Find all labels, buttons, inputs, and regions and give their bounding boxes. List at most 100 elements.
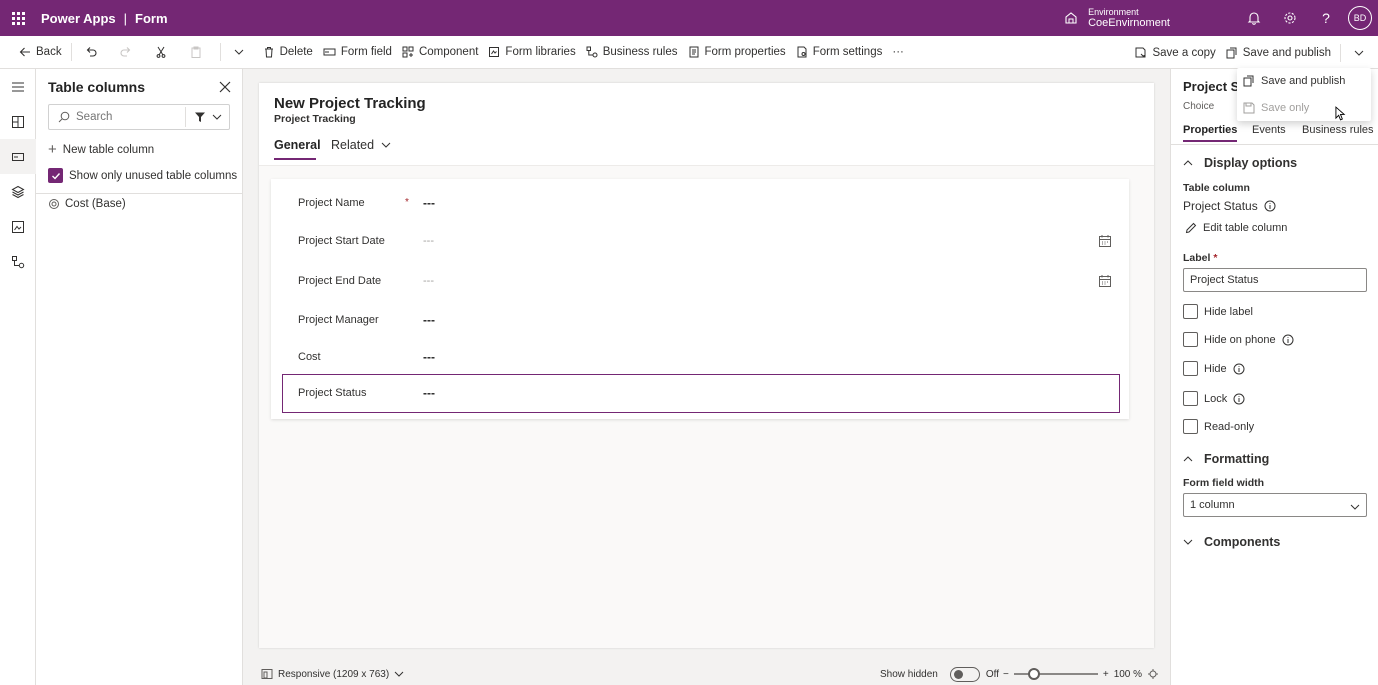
avatar[interactable]: BD: [1348, 6, 1372, 30]
delete-button[interactable]: Delete: [258, 36, 318, 69]
checkbox[interactable]: [1183, 391, 1198, 406]
close-icon[interactable]: [218, 80, 232, 94]
checkbox[interactable]: [1183, 361, 1198, 376]
image-library-icon: [12, 220, 24, 233]
menu-toggle-button[interactable]: [0, 69, 36, 104]
component-button[interactable]: Component: [397, 36, 483, 69]
notifications-button[interactable]: [1236, 0, 1272, 36]
status-bar: Responsive (1209 x 763) Show hidden Off …: [243, 663, 1170, 685]
more-icon: ···: [892, 46, 904, 58]
save-icon: [1243, 102, 1255, 114]
menu-item-save-and-publish[interactable]: Save and publish: [1237, 68, 1371, 94]
properties-type: Choice: [1183, 101, 1215, 112]
zoom-slider[interactable]: [1013, 668, 1098, 680]
flow-icon: [12, 255, 25, 268]
info-icon[interactable]: [1264, 200, 1276, 212]
app-name[interactable]: Power Apps: [41, 11, 116, 26]
trash-icon: [264, 47, 273, 58]
back-label: Back: [36, 46, 62, 58]
hide-label-checkbox[interactable]: Hide label: [1183, 304, 1253, 319]
lock-checkbox[interactable]: Lock: [1183, 391, 1245, 406]
display-options-section-toggle[interactable]: Display options: [1183, 156, 1297, 170]
zoom-in-button[interactable]: +: [1103, 669, 1109, 680]
save-a-copy-button[interactable]: Save a copy: [1130, 36, 1220, 69]
save-options-dropdown[interactable]: [1345, 36, 1378, 69]
environment-picker[interactable]: Environment CoeEnvirnoment: [1064, 7, 1170, 29]
read-only-checkbox[interactable]: Read-only: [1183, 419, 1254, 434]
field-value: ---: [423, 386, 435, 400]
divider: [36, 193, 243, 194]
business-rules-button[interactable]: Business rules: [581, 36, 683, 69]
label-input[interactable]: [1184, 269, 1366, 291]
rail-table-columns[interactable]: [0, 139, 36, 174]
menu-item-save-only[interactable]: Save only: [1237, 95, 1371, 121]
field-project-manager[interactable]: Project Manager ---: [271, 302, 1129, 338]
info-icon[interactable]: [1233, 393, 1245, 405]
tab-events[interactable]: Events: [1252, 124, 1286, 136]
back-button[interactable]: Back: [14, 36, 67, 69]
tab-business-rules[interactable]: Business rules: [1302, 124, 1374, 136]
search-input[interactable]: [76, 111, 196, 123]
help-icon: ?: [1322, 10, 1330, 26]
flow-icon: [586, 46, 598, 58]
new-table-column-button[interactable]: + New table column: [48, 141, 154, 158]
tab-related[interactable]: Related: [331, 138, 391, 152]
form-section[interactable]: Project Name * --- Project Start Date --…: [271, 179, 1129, 419]
component-label: Component: [418, 46, 479, 58]
field-cost[interactable]: Cost ---: [271, 339, 1129, 375]
rail-form-libraries[interactable]: [0, 209, 36, 244]
field-value: ---: [423, 313, 435, 327]
waffle-icon: [11, 11, 25, 25]
zoom-out-button[interactable]: −: [1003, 669, 1009, 680]
more-paste-dropdown[interactable]: [225, 36, 258, 69]
properties-tabs: Properties Events Business rules: [1171, 124, 1378, 144]
checkbox[interactable]: [1183, 419, 1198, 434]
app-launcher-button[interactable]: [0, 0, 36, 36]
undo-button[interactable]: [76, 36, 111, 69]
formatting-section-toggle[interactable]: Formatting: [1183, 452, 1269, 466]
redo-button[interactable]: [111, 36, 146, 69]
save-and-publish-button[interactable]: Save and publish: [1221, 36, 1336, 69]
calendar-icon[interactable]: [1098, 234, 1112, 248]
form-properties-button[interactable]: Form properties: [683, 36, 791, 69]
cut-button[interactable]: [146, 36, 181, 69]
rail-components[interactable]: [0, 104, 36, 139]
show-hidden-toggle[interactable]: [949, 666, 980, 682]
checkbox[interactable]: [1183, 304, 1198, 319]
help-button[interactable]: ?: [1308, 0, 1344, 36]
responsive-size-picker[interactable]: Responsive (1209 x 763): [261, 663, 404, 685]
hide-checkbox[interactable]: Hide: [1183, 361, 1245, 376]
form-settings-button[interactable]: Form settings: [791, 36, 888, 69]
tab-general[interactable]: General: [274, 138, 321, 160]
zoom-slider-handle[interactable]: [1027, 668, 1040, 680]
components-section-toggle[interactable]: Components: [1183, 535, 1280, 549]
tab-properties[interactable]: Properties: [1183, 124, 1238, 142]
form-field-width-select[interactable]: 1 column: [1183, 493, 1367, 517]
edit-table-column-button[interactable]: Edit table column: [1185, 222, 1287, 234]
paste-button[interactable]: [181, 36, 216, 69]
more-commands-button[interactable]: ···: [887, 36, 909, 69]
info-icon[interactable]: [1233, 363, 1245, 375]
form-libraries-button[interactable]: Form libraries: [483, 36, 580, 69]
field-project-status[interactable]: Project Status ---: [271, 374, 1129, 413]
rail-tree-view[interactable]: [0, 174, 36, 209]
form-field-button[interactable]: Form field: [318, 36, 397, 69]
filter-button[interactable]: [185, 107, 229, 127]
arrow-left-icon: [19, 47, 30, 57]
form-properties-label: Form properties: [704, 46, 786, 58]
checkbox-checked[interactable]: [48, 168, 63, 183]
info-icon[interactable]: [1282, 334, 1294, 346]
fit-to-screen-icon[interactable]: [1147, 668, 1159, 680]
settings-button[interactable]: [1272, 0, 1308, 36]
hide-on-phone-checkbox[interactable]: Hide on phone: [1183, 332, 1294, 347]
field-project-end-date[interactable]: Project End Date ---: [271, 263, 1129, 299]
field-project-name[interactable]: Project Name * ---: [271, 185, 1129, 221]
checkbox[interactable]: [1183, 332, 1198, 347]
field-project-start-date[interactable]: Project Start Date ---: [271, 223, 1129, 259]
list-item[interactable]: Cost (Base): [48, 198, 126, 210]
show-unused-checkbox[interactable]: Show only unused table columns: [48, 168, 237, 183]
rail-business-rules[interactable]: [0, 244, 36, 279]
calendar-icon[interactable]: [1098, 274, 1112, 288]
save-copy-icon: [1135, 47, 1146, 57]
toggle-state: Off: [985, 668, 999, 680]
